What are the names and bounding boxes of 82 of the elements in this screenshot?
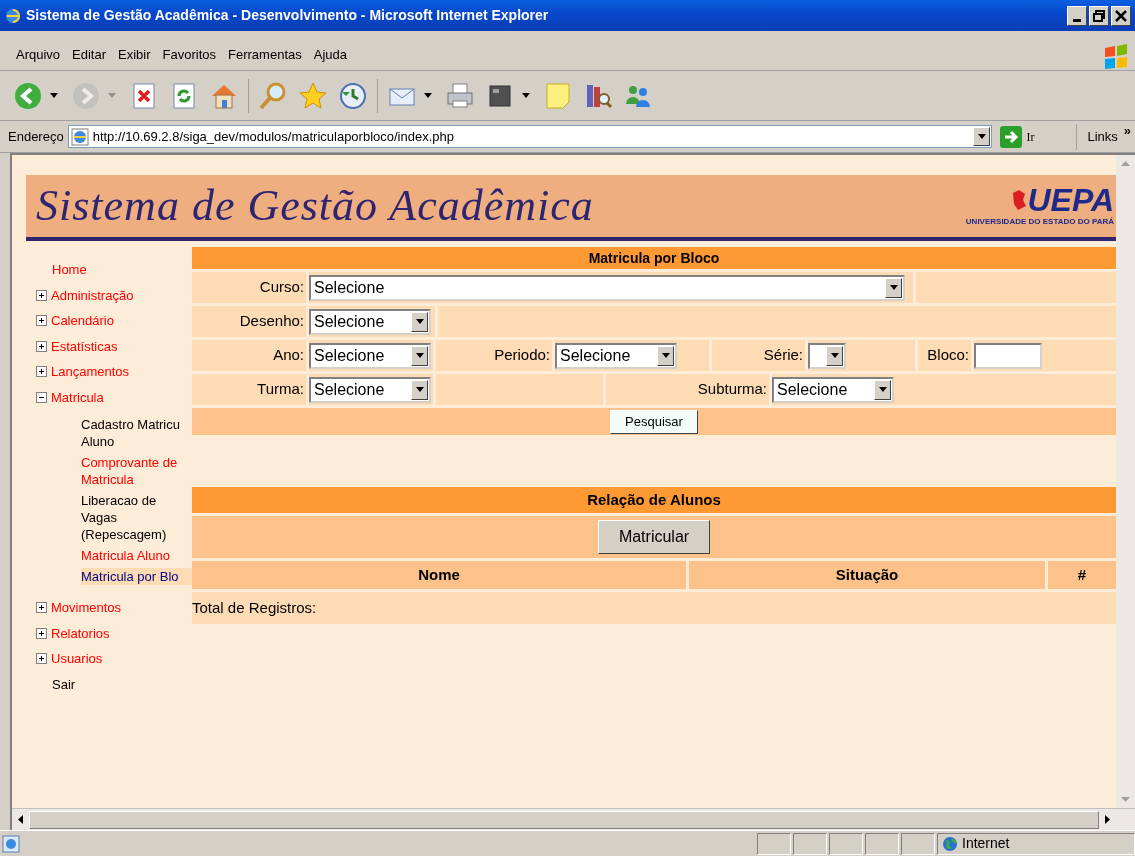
collapse-icon[interactable] — [36, 391, 47, 403]
close-button[interactable] — [1111, 5, 1131, 26]
field-label: Periodo: — [494, 345, 550, 366]
menu-item[interactable]: Exibir — [112, 44, 157, 65]
caret-icon — [661, 353, 670, 358]
field-label: Série: — [763, 345, 803, 366]
browser-icon — [4, 6, 22, 25]
caret-icon — [415, 319, 424, 324]
menu-item[interactable]: Favoritos — [156, 44, 223, 65]
menu-item[interactable]: Arquivo — [10, 44, 67, 65]
column-header: # — [1048, 561, 1116, 589]
column-header: Nome — [192, 561, 686, 589]
expand-icon[interactable] — [36, 289, 47, 301]
sidebar-subitem[interactable]: Cadastro Matricu Aluno — [81, 416, 192, 450]
expand-icon[interactable] — [36, 340, 47, 352]
sidebar-subitem[interactable]: Matricula por Blo — [81, 568, 192, 585]
dropdown[interactable]: Selecione — [309, 274, 905, 301]
input-field[interactable] — [974, 342, 1042, 369]
field-label: Desenho: — [239, 311, 304, 332]
logo-subtitle: UNIVERSIDADE DO ESTADO DO PARÁ — [965, 216, 1114, 228]
field-label: Turma: — [257, 379, 304, 400]
caret-icon — [415, 387, 424, 392]
security-zone: Internet — [962, 834, 1010, 853]
close-icon — [1115, 9, 1127, 22]
caret-icon[interactable] — [424, 92, 432, 99]
page-icon — [2, 834, 20, 853]
status-pane — [865, 832, 899, 855]
restore-icon — [1093, 9, 1105, 22]
logo-text: UEPA — [1027, 184, 1114, 216]
dropdown[interactable]: Selecione — [555, 342, 677, 369]
section-header: Relação de Alunos — [192, 487, 1116, 513]
dropdown[interactable]: Selecione — [772, 376, 894, 403]
address-label: Endereço — [8, 127, 64, 146]
expand-icon[interactable] — [36, 653, 47, 665]
search-button[interactable]: Pesquisar — [610, 409, 698, 434]
caret-icon[interactable] — [50, 92, 58, 99]
banner-title: Sistema de Gestão Acadêmica — [36, 180, 594, 232]
status-pane — [757, 832, 791, 855]
caret-icon — [878, 387, 887, 392]
expand-icon[interactable] — [36, 315, 47, 327]
dropdown-button[interactable] — [973, 127, 991, 146]
sidebar-subitem[interactable]: Liberacao de Vagas (Repescagem) — [81, 492, 192, 543]
dropdown[interactable]: Selecione — [309, 342, 431, 369]
status-pane — [793, 832, 827, 855]
menu-item[interactable]: Editar — [66, 44, 113, 65]
scroll-thumb[interactable] — [29, 810, 1099, 829]
field-label: Ano: — [273, 345, 304, 366]
expand-icon[interactable] — [36, 602, 47, 614]
status-pane — [829, 832, 863, 855]
dropdown[interactable]: Selecione — [309, 376, 431, 403]
minimize-button[interactable] — [1067, 5, 1087, 26]
minimize-icon — [1073, 18, 1081, 22]
total-label: Total de Registros: — [192, 597, 317, 618]
section-header: Matricula por Bloco — [192, 247, 1116, 269]
expand-icon[interactable] — [36, 627, 47, 639]
go-button[interactable]: Ir — [1026, 127, 1035, 146]
caret-icon — [977, 134, 986, 139]
sidebar-item[interactable]: Sair — [52, 674, 76, 694]
address-field[interactable]: http://10.69.2.8/siga_dev/modulos/matriculaporbloco/index.php — [67, 125, 993, 148]
chevron-button[interactable]: » — [1123, 121, 1135, 141]
column-header: Situação — [689, 561, 1045, 589]
menu-item[interactable]: Ferramentas — [222, 44, 308, 65]
horizontal-scrollbar[interactable] — [12, 808, 1135, 830]
enroll-button[interactable]: Matricular — [597, 520, 711, 554]
dropdown[interactable] — [808, 342, 846, 369]
caret-icon[interactable] — [522, 92, 530, 99]
field-label: Subturma: — [697, 379, 767, 400]
caret-icon — [415, 353, 424, 358]
restore-button[interactable] — [1089, 5, 1109, 26]
window-title: Sistema de Gestão Acadêmica - Desenvolvimento - Microsoft Internet Explorer — [26, 6, 550, 25]
field-label: Curso: — [259, 277, 304, 298]
status-pane — [901, 832, 935, 855]
menu-item[interactable]: Ajuda — [307, 44, 353, 65]
links-button[interactable]: Links — [1081, 126, 1120, 147]
map-icon — [1011, 189, 1028, 211]
dropdown[interactable]: Selecione — [309, 308, 431, 335]
globe-icon — [942, 835, 958, 852]
caret-icon — [830, 353, 839, 358]
field-label: Bloco: — [927, 345, 969, 366]
expand-icon[interactable] — [36, 366, 47, 378]
caret-icon — [889, 285, 898, 290]
page-icon — [70, 127, 89, 146]
